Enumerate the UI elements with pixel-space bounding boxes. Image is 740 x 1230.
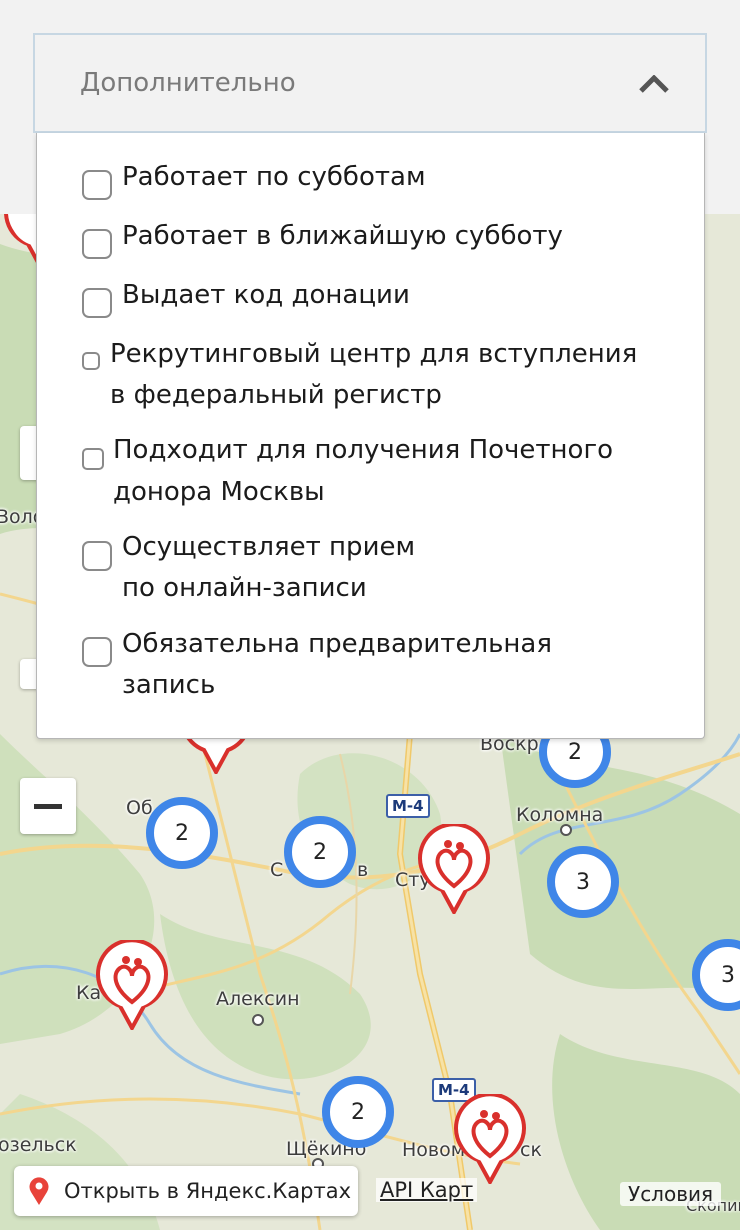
option-label: Работает по субботам — [122, 162, 426, 192]
option-label: Рекрутинговый центр для вступления — [110, 339, 638, 369]
option-label: Осуществляет прием — [122, 532, 416, 562]
option-label: по онлайн-записи — [122, 573, 367, 603]
option-label: Подходит для получения Почетного — [113, 435, 614, 465]
donor-point-pin[interactable] — [414, 824, 494, 914]
option-label: Работает в ближайшую субботу — [122, 221, 563, 251]
option-label: в федеральный регистр — [110, 380, 442, 410]
chevron-up-icon — [639, 75, 669, 93]
option-label: Выдает код донации — [122, 280, 410, 310]
donor-point-pin[interactable] — [92, 940, 172, 1030]
place-label: Алексин — [216, 988, 300, 1010]
zoom-out-button[interactable] — [20, 778, 76, 834]
donor-point-pin[interactable] — [450, 1094, 530, 1184]
cluster-marker[interactable]: 2 — [322, 1076, 394, 1148]
place-label: Коломна — [516, 804, 604, 826]
place-label: озельск — [0, 1134, 77, 1156]
place-label: С — [270, 859, 284, 881]
minus-icon — [34, 803, 62, 809]
terms-link[interactable]: Условия — [620, 1182, 722, 1206]
checkbox-online-booking[interactable] — [82, 541, 112, 571]
checkbox-honorary-donor[interactable] — [82, 448, 104, 470]
checkbox-donation-code[interactable] — [82, 288, 112, 318]
cluster-marker[interactable]: 2 — [146, 797, 218, 869]
open-in-yandex-maps-button[interactable]: Открыть в Яндекс.Картах — [14, 1166, 358, 1216]
api-maps-link[interactable]: API Карт — [376, 1178, 478, 1202]
road-number-badge: М-4 — [386, 794, 430, 818]
checkbox-recruiting-center[interactable] — [82, 352, 100, 370]
place-label: в — [357, 859, 369, 881]
place-dot — [560, 824, 572, 836]
filter-title: Дополнительно — [80, 68, 296, 98]
place-label: Об — [126, 797, 153, 819]
cluster-marker[interactable]: 3 — [547, 846, 619, 918]
open-in-yandex-maps-label: Открыть в Яндекс.Картах — [64, 1179, 351, 1203]
checkbox-saturday[interactable] — [82, 170, 112, 200]
cluster-marker[interactable]: 2 — [284, 816, 356, 888]
filter-options-panel: Работает по субботам Работает в ближайшу… — [36, 133, 705, 739]
location-pin-icon — [29, 1177, 49, 1205]
place-dot — [252, 1014, 264, 1026]
option-label: донора Москвы — [113, 477, 325, 507]
additional-filter-toggle[interactable]: Дополнительно — [33, 33, 707, 133]
option-label: запись — [122, 670, 216, 700]
checkbox-preregistration[interactable] — [82, 637, 112, 667]
option-label: Обязательна предварительная — [122, 629, 552, 659]
checkbox-nearest-saturday[interactable] — [82, 229, 112, 259]
